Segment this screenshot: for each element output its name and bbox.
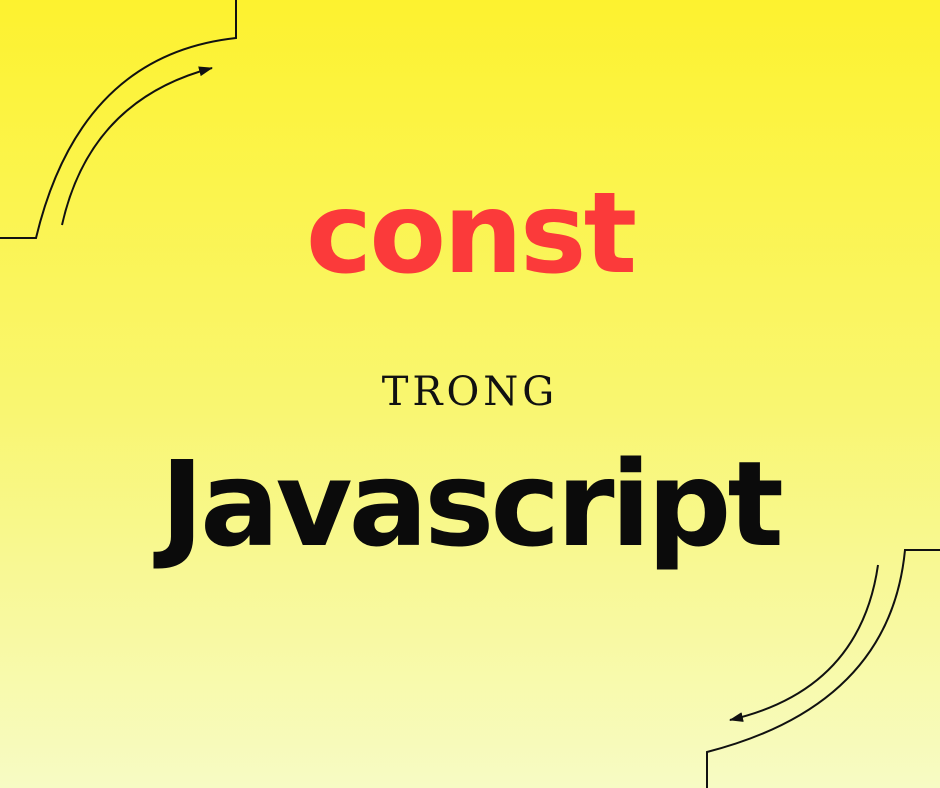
bottom-right-corner-arc [706,549,940,788]
bottom-right-arrow [729,564,879,722]
keyword-title: const [305,169,637,299]
language-title: Javascript [160,435,784,573]
connector-text: TRONG [381,369,559,415]
